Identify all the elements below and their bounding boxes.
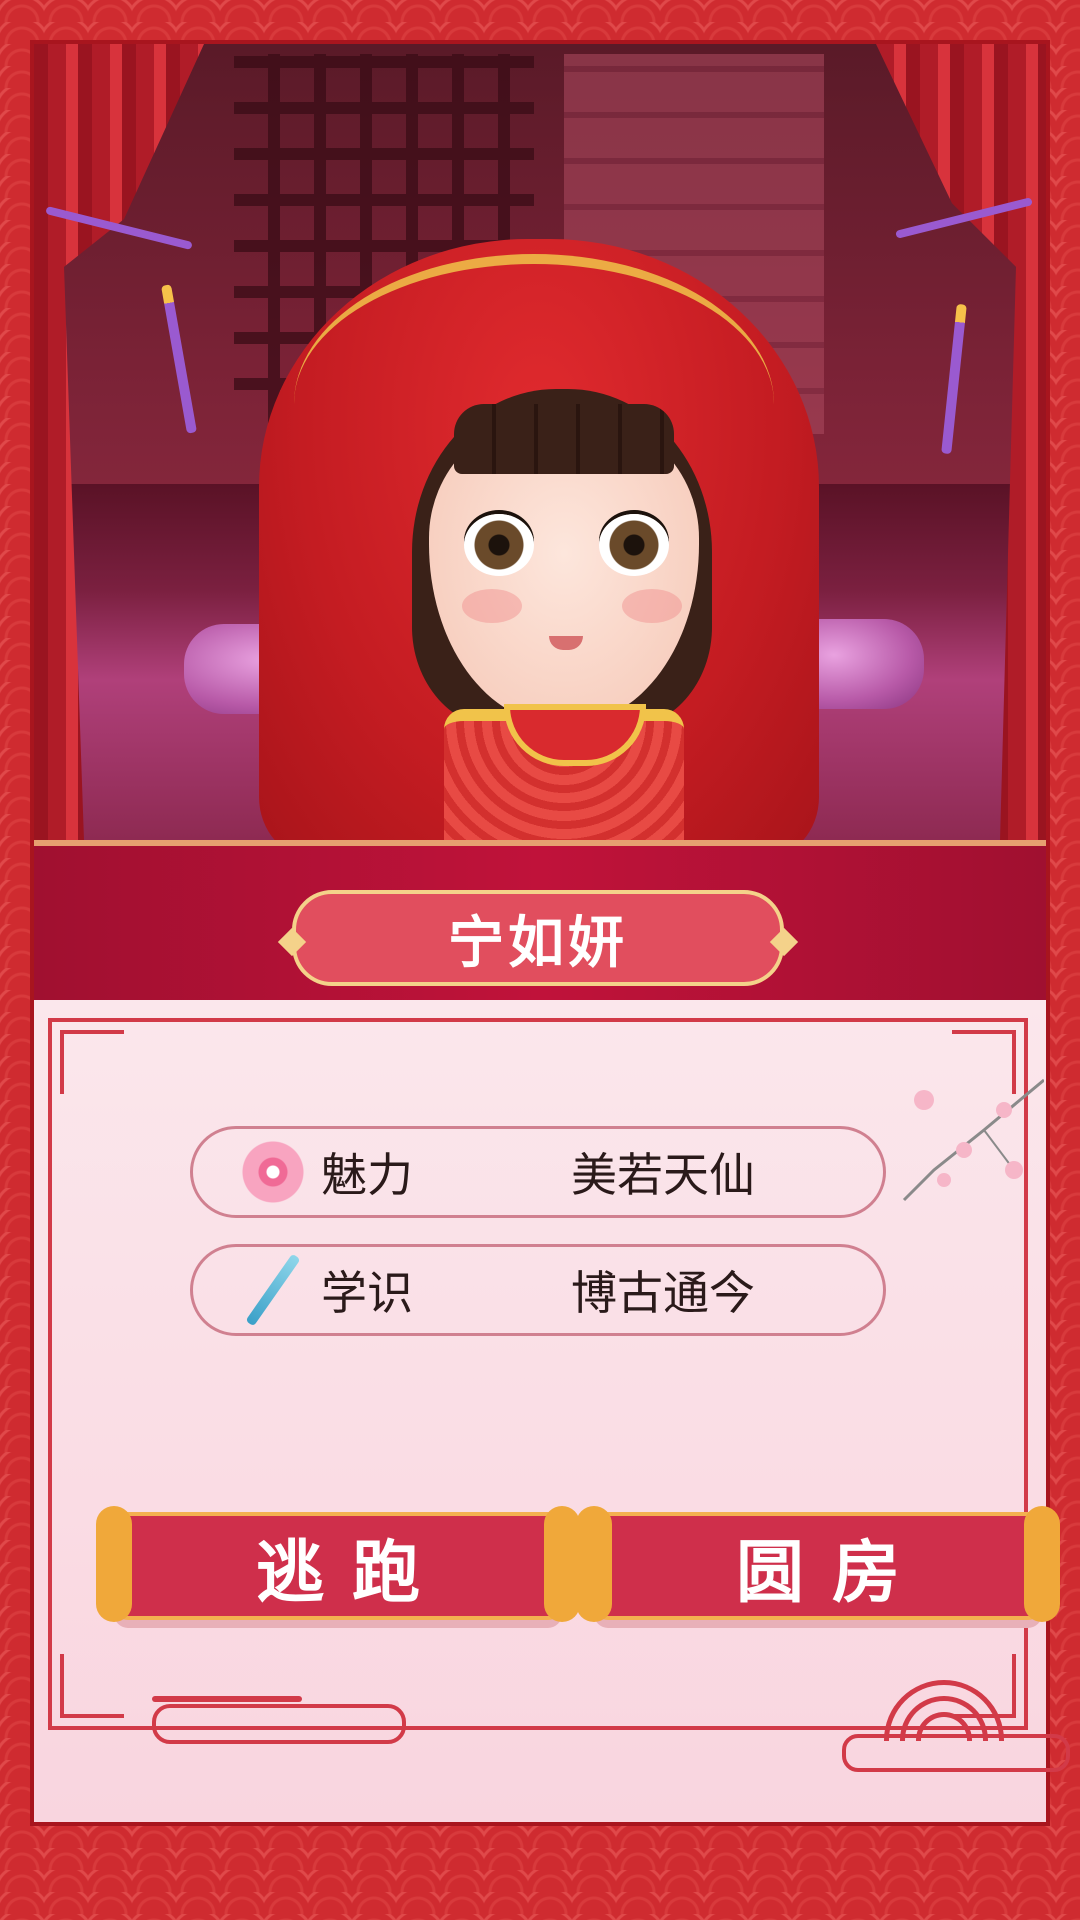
plum-blossom-icon: [233, 1140, 313, 1204]
game-card: 宁如妍 魅力 美若天仙 学识 博古通今 逃跑 圆房: [34, 44, 1070, 1822]
stat-value: 博古通今: [571, 1266, 755, 1320]
diamond-ornament-icon: [277, 927, 307, 957]
blush: [462, 589, 522, 623]
escape-button[interactable]: 逃跑: [96, 1506, 580, 1622]
plum-branch-decoration: [902, 1078, 1044, 1202]
consummate-button[interactable]: 圆房: [576, 1506, 1060, 1622]
cloud-ornament: [152, 1704, 406, 1744]
diamond-ornament-icon: [769, 927, 799, 957]
stat-row-knowledge: 学识 博古通今: [190, 1244, 886, 1336]
ornamental-frame: [48, 1018, 1028, 1730]
stat-label: 魅力: [321, 1148, 413, 1202]
brush-pen-icon: [233, 1249, 313, 1331]
tassel: [161, 284, 197, 434]
name-banner: 宁如妍: [34, 840, 1046, 1006]
corner-ornament: [60, 1030, 124, 1094]
character-name-plate: 宁如妍: [277, 890, 799, 986]
bride-bangs: [454, 404, 674, 474]
stat-row-charm: 魅力 美若天仙: [190, 1126, 886, 1218]
bride-eye: [464, 514, 534, 576]
bride-eye: [599, 514, 669, 576]
stat-value: 美若天仙: [571, 1148, 755, 1202]
stat-label: 学识: [321, 1266, 413, 1320]
cloud-ornament: [842, 1734, 1070, 1772]
cloud-ornament: [152, 1696, 302, 1702]
character-name: 宁如妍: [448, 910, 628, 976]
tassel: [941, 303, 967, 455]
corner-ornament: [60, 1654, 124, 1718]
bridal-chamber-scene: [34, 44, 1046, 840]
blush: [622, 589, 682, 623]
